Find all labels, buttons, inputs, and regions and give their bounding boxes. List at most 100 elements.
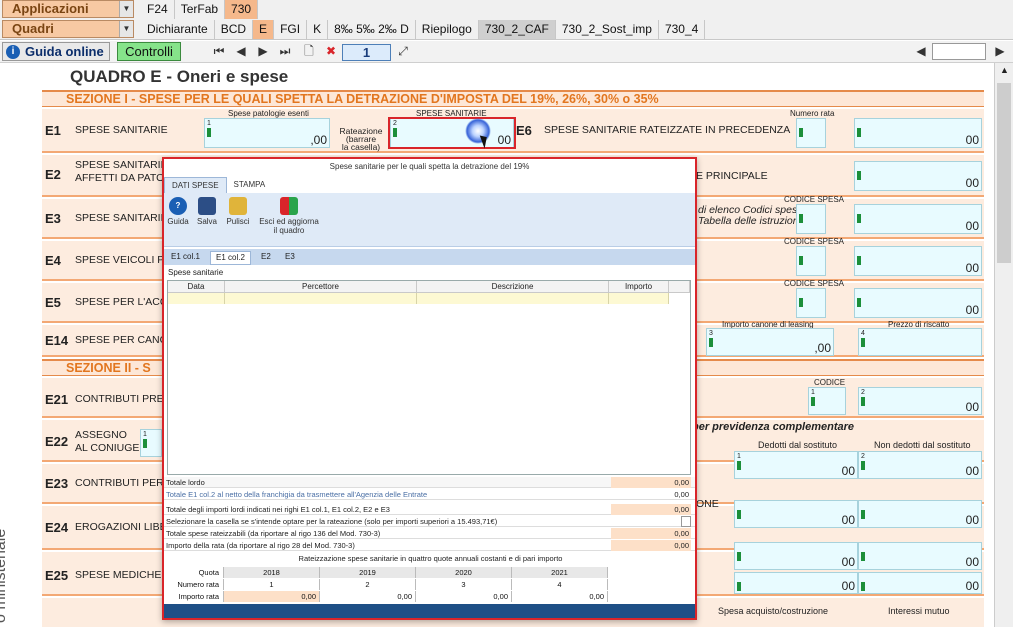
e25-col2-field[interactable]: 00	[858, 542, 982, 570]
e24-col1-field[interactable]: 00	[734, 500, 858, 528]
e21-amount-field[interactable]: 2 00	[858, 387, 982, 415]
dialog-footer	[164, 604, 695, 618]
e23-col2-field[interactable]: 2 00	[858, 451, 982, 479]
e24-col2-field[interactable]: 00	[858, 500, 982, 528]
new-row-percettore[interactable]	[225, 293, 417, 304]
tab-8-5-2-d[interactable]: 8‰ 5‰ 2‰ D	[328, 20, 416, 39]
first-page-icon[interactable]: ⏮	[212, 44, 226, 58]
e22-field[interactable]: 1	[140, 429, 162, 457]
page-number-field[interactable]: 1	[342, 44, 391, 61]
tab-terfab[interactable]: TerFab	[175, 0, 226, 19]
e2-amount-field[interactable]: 00	[854, 161, 982, 191]
e14-riscatto-field[interactable]: 4	[858, 328, 982, 356]
goto-page-icon[interactable]: ⤢	[396, 44, 410, 58]
dialog-tabs: DATI SPESE STAMPA	[164, 177, 272, 193]
row-label: SPESE PER CANO	[75, 334, 168, 346]
controlli-button[interactable]: Controlli	[117, 42, 181, 61]
e14-canone-field[interactable]: 3,00	[706, 328, 834, 356]
dialog-ribbon: ? Guida Salva Pulisci Esci ed aggiorna il…	[164, 193, 695, 247]
chevron-down-icon[interactable]: ▼	[119, 1, 133, 17]
pulisci-ribbon-button[interactable]: Pulisci	[224, 197, 252, 226]
tab-dati-spese[interactable]: DATI SPESE	[164, 177, 227, 193]
tab-730[interactable]: 730	[225, 0, 259, 19]
previdenza-label: per previdenza complementare	[692, 421, 855, 433]
quadri-combo[interactable]: Quadri ▼	[2, 20, 134, 38]
e23-col1-field[interactable]: 1 00	[734, 451, 858, 479]
tab-e[interactable]: E	[253, 20, 275, 39]
scroll-up-icon[interactable]: ▲	[1000, 65, 1009, 75]
spese-grid: Data Percettore Descrizione Importo	[167, 280, 691, 475]
e4-amount-field[interactable]: 00	[854, 246, 982, 276]
chevron-down-icon[interactable]: ▼	[119, 21, 133, 37]
row-label: EROGAZIONI LIBER	[75, 521, 175, 533]
subtab-e3[interactable]: E3	[280, 251, 300, 263]
scroll-left-icon[interactable]: ◀	[914, 44, 928, 58]
salva-ribbon-button[interactable]: Salva	[194, 197, 220, 226]
col-header-percettore[interactable]: Percettore	[225, 281, 417, 293]
next-page-icon[interactable]: ▶	[256, 44, 270, 58]
e1-col1-field[interactable]: 1,00	[204, 118, 330, 148]
tab-f24[interactable]: F24	[141, 0, 175, 19]
totale-label: Importo della rata (da riportare al rigo…	[166, 541, 355, 550]
col-header-descrizione[interactable]: Descrizione	[417, 281, 609, 293]
delete-page-icon[interactable]: ✖	[324, 44, 338, 58]
scroll-right-icon[interactable]: ▶	[993, 44, 1007, 58]
tab-riepilogo[interactable]: Riepilogo	[416, 20, 479, 39]
e5-amount-field[interactable]: 00	[854, 288, 982, 318]
scroll-thumb[interactable]	[997, 83, 1011, 263]
tab-730-4[interactable]: 730_4	[659, 20, 706, 39]
highlight-frame	[388, 117, 516, 149]
guida-ribbon-button[interactable]: ? Guida	[166, 197, 190, 226]
subtab-e2[interactable]: E2	[256, 251, 276, 263]
new-row-descrizione[interactable]	[417, 293, 609, 304]
esci-aggiorna-button[interactable]: Esci ed aggiorna il quadro	[256, 197, 322, 235]
new-page-icon[interactable]: 🗋	[302, 44, 316, 58]
rateazione-checkbox[interactable]	[681, 516, 691, 527]
last-page-icon[interactable]: ⏭	[278, 44, 292, 58]
guida-online-button[interactable]: i Guida online	[2, 42, 110, 61]
guida-online-label: Guida online	[25, 44, 104, 59]
tab-bcd[interactable]: BCD	[215, 20, 254, 39]
e21-codice-field[interactable]: 1	[808, 387, 846, 415]
search-field[interactable]	[932, 43, 986, 60]
e25-col3-field[interactable]: 00	[734, 572, 858, 594]
guida-ribbon-label: Guida	[167, 217, 189, 226]
subtab-e1-col1[interactable]: E1 col.1	[166, 251, 205, 263]
row-label: CONTRIBUTI PER A	[75, 477, 174, 489]
toolbar: i Guida online Controlli ⏮ ◀ ▶ ⏭ 🗋 ✖ 1 ⤢ …	[0, 41, 1013, 63]
applicazioni-label: Applicazioni	[12, 1, 89, 16]
esci-aggiorna-label: Esci ed aggiorna il quadro	[259, 217, 319, 235]
applicazioni-combo[interactable]: Applicazioni ▼	[2, 0, 134, 18]
e3-codice-field[interactable]	[796, 204, 826, 234]
tab-730-2-caf[interactable]: 730_2_CAF	[478, 20, 556, 39]
tab-k[interactable]: K	[307, 20, 329, 39]
e25-col4-field[interactable]: 00	[858, 572, 982, 594]
top-bar: Applicazioni ▼ Quadri ▼ F24 TerFab 730 Dic…	[0, 0, 1013, 40]
tab-730-2-sost-imp[interactable]: 730_2_Sost_imp	[556, 20, 659, 39]
numero-rata-field[interactable]	[796, 118, 826, 148]
tab-fgi[interactable]: FGI	[274, 20, 308, 39]
e3-amount-field[interactable]: 00	[854, 204, 982, 234]
dialog-title: Spese sanitarie per le quali spetta la d…	[164, 159, 695, 175]
e4-codice-field[interactable]	[796, 246, 826, 276]
col-header-data[interactable]: Data	[168, 281, 225, 293]
vertical-scrollbar[interactable]: ▲	[994, 63, 1013, 627]
broom-icon	[229, 197, 247, 215]
salva-ribbon-label: Salva	[196, 217, 217, 226]
totale-value: 0,00	[674, 490, 689, 499]
e25-col1-field[interactable]: 00	[734, 542, 858, 570]
new-row-data[interactable]	[168, 293, 225, 304]
row-code: E5	[45, 295, 61, 310]
new-row-importo[interactable]	[609, 293, 669, 304]
exit-update-icon	[280, 197, 298, 215]
subtab-e1-col2[interactable]: E1 col.2	[210, 251, 251, 265]
col-header-importo[interactable]: Importo	[609, 281, 669, 293]
tab-dichiarante[interactable]: Dichiarante	[141, 20, 215, 39]
row-code: E2	[45, 167, 61, 182]
numero-rata-label: Numero rata	[790, 109, 835, 118]
prev-page-icon[interactable]: ◀	[234, 44, 248, 58]
e6-amount-field[interactable]: 00	[854, 118, 982, 148]
e5-codice-field[interactable]	[796, 288, 826, 318]
tab-stampa[interactable]: STAMPA	[227, 177, 273, 193]
patologie-label: Spese patologie esenti	[228, 109, 309, 118]
